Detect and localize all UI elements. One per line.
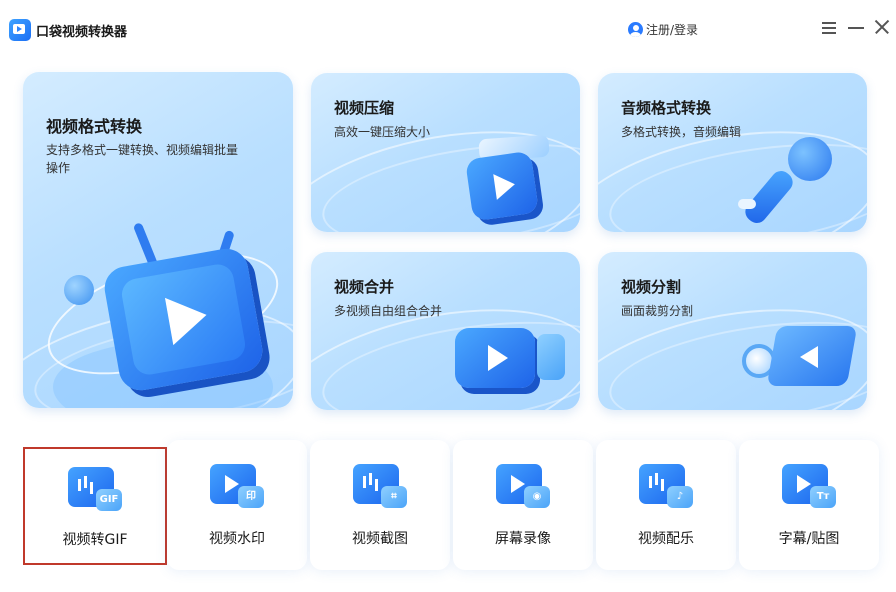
tool-screen-recording[interactable]: ◉ 屏幕录像 bbox=[453, 440, 593, 570]
card-description: 多视频自由组合合并 bbox=[334, 304, 443, 318]
tool-video-watermark[interactable]: 印 视频水印 bbox=[167, 440, 307, 570]
projector-icon bbox=[738, 320, 858, 400]
login-button[interactable]: 注册/登录 bbox=[628, 21, 698, 38]
tool-label: 视频水印 bbox=[209, 531, 265, 547]
card-title: 视频压缩 bbox=[334, 99, 395, 117]
microphone-icon bbox=[738, 133, 848, 228]
card-title: 视频合并 bbox=[334, 278, 395, 296]
video-format-convert-card[interactable]: 视频格式转换 支持多格式一键转换、视频编辑批量操作 bbox=[23, 72, 293, 408]
webcam-icon: ◉ bbox=[496, 464, 550, 508]
card-description: 高效一键压缩大小 bbox=[334, 125, 431, 139]
tool-label: 视频转GIF bbox=[62, 532, 128, 548]
watermark-icon: 印 bbox=[210, 464, 264, 508]
tool-label: 屏幕录像 bbox=[495, 531, 551, 547]
card-title: 视频分割 bbox=[621, 278, 682, 296]
video-compress-card[interactable]: 视频压缩 高效一键压缩大小 bbox=[311, 73, 580, 232]
gif-icon: GIF bbox=[68, 467, 122, 511]
clapperboard-icon bbox=[459, 133, 569, 223]
minimize-icon[interactable] bbox=[847, 18, 865, 36]
title-bar: 口袋视频转换器 注册/登录 bbox=[0, 0, 896, 60]
tool-video-music[interactable]: ♪ 视频配乐 bbox=[596, 440, 736, 570]
tool-subtitle-sticker[interactable]: Tт 字幕/贴图 bbox=[739, 440, 879, 570]
card-description: 支持多格式一键转换、视频编辑批量操作 bbox=[46, 143, 239, 175]
tool-video-screenshot[interactable]: ⌗ 视频截图 bbox=[310, 440, 450, 570]
text-icon: Tт bbox=[782, 464, 836, 508]
tool-label: 视频截图 bbox=[352, 531, 408, 547]
music-note-icon: ♪ bbox=[639, 464, 693, 508]
card-title: 视频格式转换 bbox=[46, 117, 143, 136]
hamburger-menu-icon[interactable] bbox=[820, 18, 838, 36]
card-description: 画面裁剪分割 bbox=[621, 304, 694, 318]
crop-icon: ⌗ bbox=[353, 464, 407, 508]
app-title: 口袋视频转换器 bbox=[36, 25, 128, 40]
tool-video-to-gif[interactable]: GIF 视频转GIF bbox=[23, 447, 167, 565]
tool-label: 字幕/贴图 bbox=[778, 531, 840, 547]
tool-label: 视频配乐 bbox=[638, 531, 694, 547]
login-label: 注册/登录 bbox=[646, 23, 699, 37]
orb-decoration bbox=[64, 275, 94, 305]
video-merge-card[interactable]: 视频合并 多视频自由组合合并 bbox=[311, 252, 580, 410]
video-split-card[interactable]: 视频分割 画面裁剪分割 bbox=[598, 252, 867, 410]
tv-play-icon bbox=[101, 245, 266, 394]
video-camera-icon bbox=[451, 320, 571, 400]
card-description: 多格式转换，音频编辑 bbox=[621, 125, 742, 139]
user-icon bbox=[628, 22, 643, 37]
app-logo-icon bbox=[9, 19, 31, 41]
card-title: 音频格式转换 bbox=[621, 99, 712, 117]
audio-format-convert-card[interactable]: 音频格式转换 多格式转换，音频编辑 bbox=[598, 73, 867, 232]
close-icon[interactable] bbox=[873, 18, 891, 36]
